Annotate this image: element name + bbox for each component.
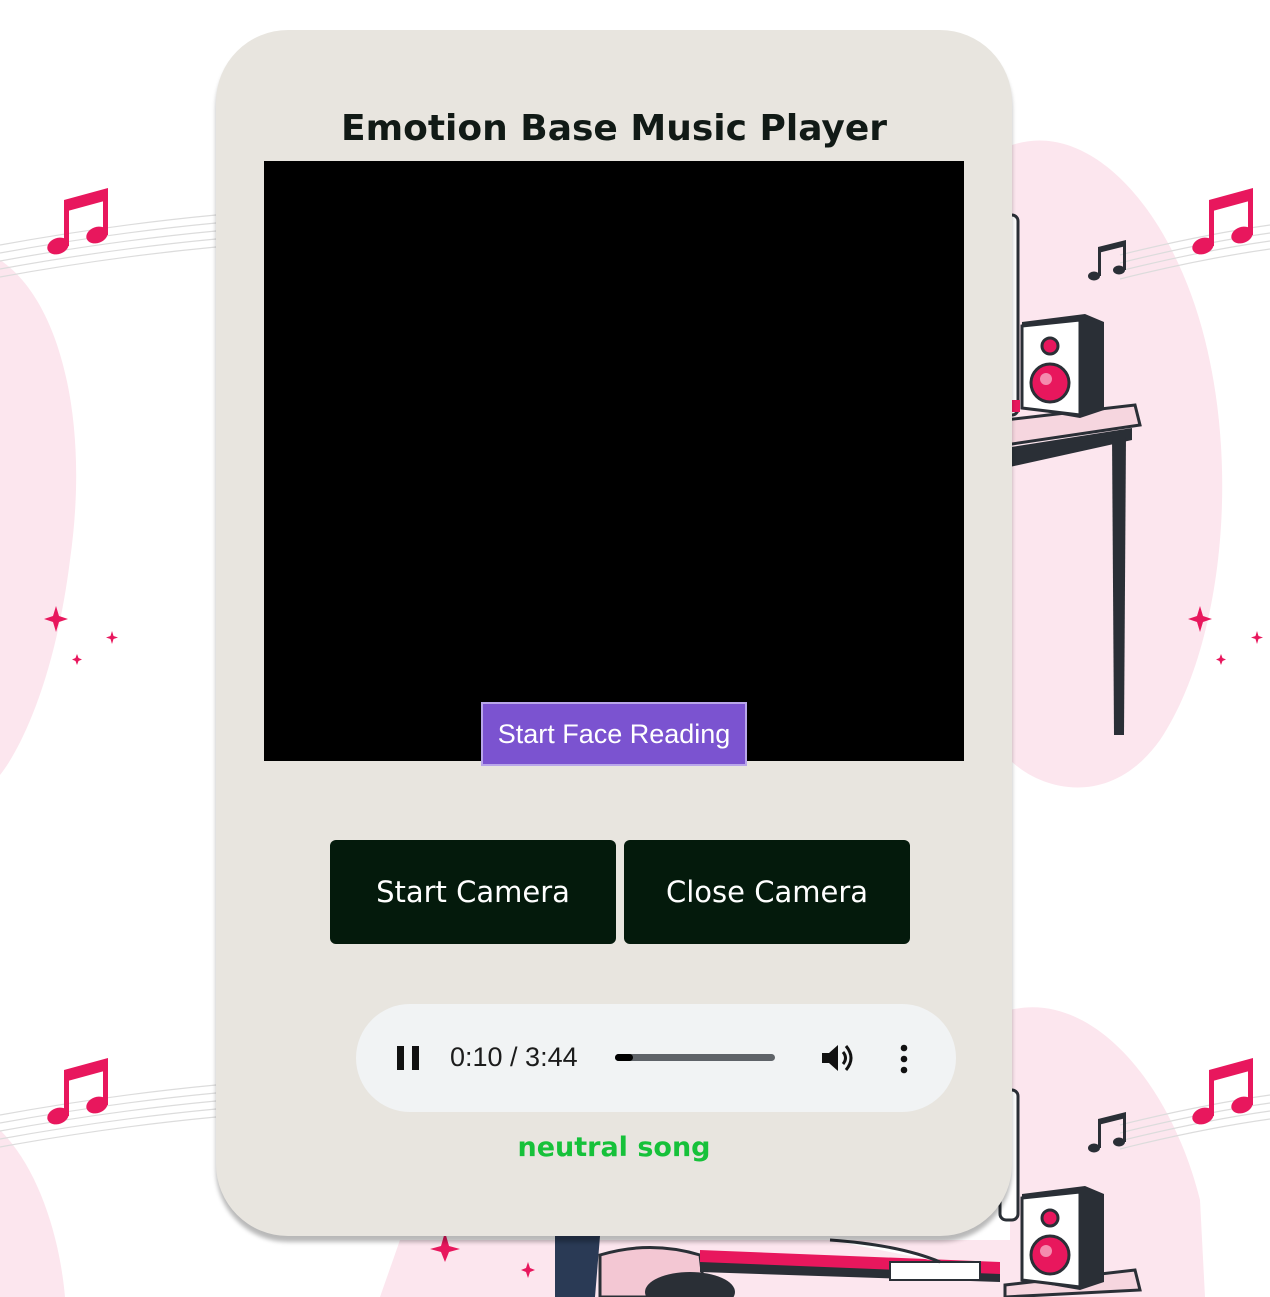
seek-bar-progress [615, 1054, 633, 1061]
music-note-icon [47, 188, 108, 255]
speaker-icon [1020, 1186, 1104, 1290]
seek-bar[interactable] [615, 1054, 775, 1061]
pink-blob-right-top [1000, 140, 1223, 788]
music-note-icon [47, 1058, 108, 1125]
start-camera-button[interactable]: Start Camera [330, 840, 616, 944]
audio-player: 0:10 / 3:44 [356, 1004, 956, 1112]
start-face-reading-button[interactable]: Start Face Reading [481, 702, 747, 766]
pause-icon[interactable] [397, 1046, 419, 1070]
volume-icon[interactable] [822, 1043, 856, 1073]
detected-emotion-song-label: neutral song [517, 1132, 711, 1163]
close-camera-button[interactable]: Close Camera [624, 840, 910, 944]
camera-video-feed [264, 161, 964, 761]
playback-time: 0:10 / 3:44 [450, 1042, 578, 1072]
pink-blob-left-top [0, 260, 77, 775]
music-note-icon [1192, 188, 1253, 255]
pink-blob-left-bottom [0, 1130, 65, 1297]
more-options-icon[interactable] [896, 1044, 912, 1074]
player-card: Emotion Base Music Player Start Face Rea… [216, 30, 1012, 1236]
music-note-icon [1192, 1058, 1253, 1125]
page-title: Emotion Base Music Player [340, 108, 888, 149]
speaker-icon [1020, 314, 1104, 418]
